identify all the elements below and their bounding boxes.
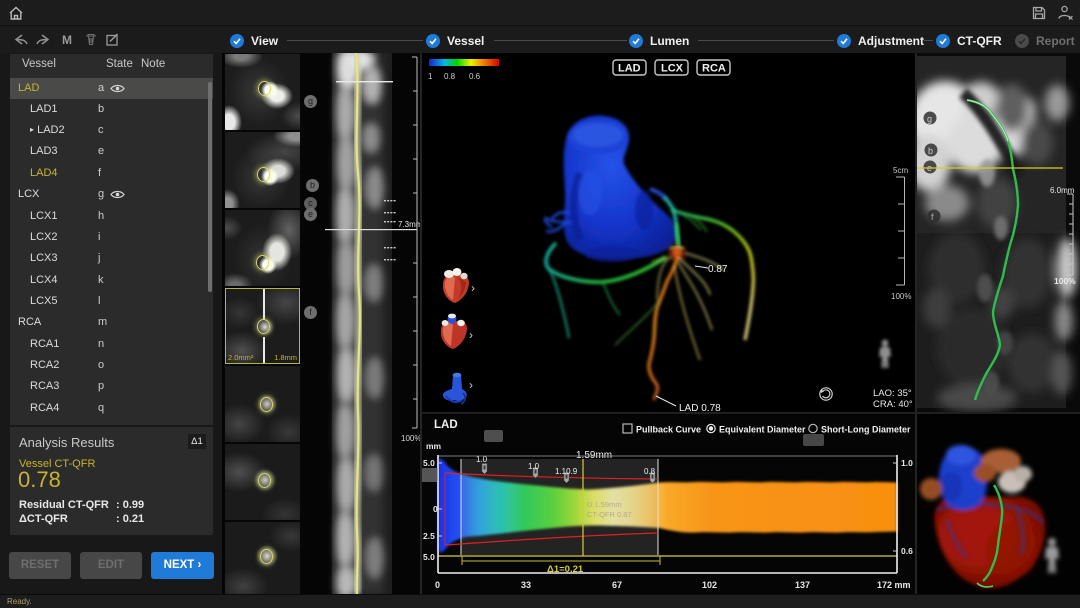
svg-text:Equivalent Diameter: Equivalent Diameter [719, 425, 806, 435]
svg-text:100%: 100% [1054, 276, 1076, 286]
svg-text:137: 137 [795, 580, 810, 590]
svg-text:b: b [928, 146, 933, 156]
svg-text:0: 0 [433, 504, 438, 514]
svg-text:67: 67 [612, 580, 622, 590]
svg-text:100%: 100% [891, 292, 911, 301]
svg-text:0.6: 0.6 [469, 72, 481, 81]
svg-text:LAD: LAD [618, 63, 641, 75]
svg-text:LCX: LCX [661, 63, 684, 75]
svg-text:5.0: 5.0 [423, 458, 435, 468]
svg-text:Pullback Curve: Pullback Curve [636, 425, 701, 435]
svg-text:1: 1 [428, 72, 433, 81]
svg-text:1.0: 1.0 [901, 458, 913, 468]
svg-text:M: M [62, 33, 72, 47]
svg-text:mm: mm [426, 441, 442, 451]
svg-text:172 mm: 172 mm [877, 580, 911, 590]
svg-text:›: › [471, 281, 475, 295]
svg-text:5cm: 5cm [893, 166, 908, 175]
svg-text:LAD: LAD [434, 419, 458, 431]
svg-text:CRA: 40°: CRA: 40° [873, 399, 913, 410]
svg-text:0.6: 0.6 [901, 546, 913, 556]
svg-text:›: › [469, 328, 473, 342]
svg-text:›: › [469, 378, 473, 392]
svg-text:0: 0 [435, 580, 440, 590]
svg-text:7.3mm: 7.3mm [398, 220, 422, 229]
svg-text:33: 33 [521, 580, 531, 590]
svg-text:D 1.59mm: D 1.59mm [587, 500, 622, 509]
svg-text:0.8: 0.8 [444, 72, 456, 81]
svg-text:102: 102 [702, 580, 717, 590]
svg-text:0.87: 0.87 [708, 264, 728, 275]
svg-text:Short-Long Diameter: Short-Long Diameter [821, 425, 911, 435]
svg-text:5.0: 5.0 [423, 552, 435, 562]
svg-text:0.8: 0.8 [644, 467, 656, 476]
svg-text:RCA: RCA [702, 63, 726, 75]
svg-text:2.5: 2.5 [423, 531, 435, 541]
svg-text:1.10.9: 1.10.9 [555, 467, 578, 476]
svg-text:1.0: 1.0 [528, 462, 540, 471]
svg-text:100%: 100% [401, 434, 421, 443]
svg-text:CT-QFR 0.87: CT-QFR 0.87 [587, 510, 632, 519]
svg-text:LAO: 35°: LAO: 35° [873, 388, 912, 399]
svg-text:g: g [927, 114, 932, 124]
